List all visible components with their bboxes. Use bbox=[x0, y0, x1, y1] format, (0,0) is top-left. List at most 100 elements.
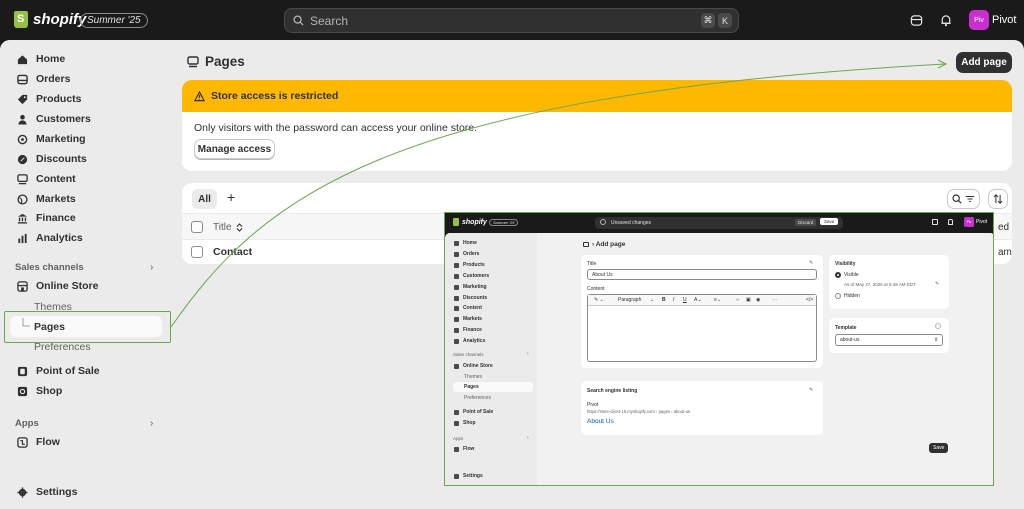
preview-nav-label: Content bbox=[463, 305, 482, 311]
preview-nav-label: Markets bbox=[463, 316, 482, 322]
preview-unsaved-text: Unsaved changes bbox=[611, 220, 652, 226]
content-icon bbox=[583, 242, 589, 247]
preview-hidden: Hidden bbox=[844, 293, 860, 299]
preview-nav-label: Finance bbox=[463, 327, 482, 333]
preview-breadcrumb: › Add page bbox=[583, 241, 625, 248]
pos-icon bbox=[454, 409, 459, 415]
globe-icon bbox=[454, 316, 459, 322]
preview-title-card: Title ✎ About Us Content ✎ ⌄ Paragraph ⌄… bbox=[581, 255, 823, 368]
preview-nav-orders: Orders bbox=[454, 251, 479, 257]
italic-icon: I bbox=[673, 297, 675, 303]
more-icon: ··· bbox=[772, 297, 777, 303]
preview-nav-online-store: Online Store bbox=[454, 363, 493, 369]
preview-seo-url: https://store-client-19.myshopify.com › … bbox=[587, 409, 691, 414]
preview-save-bottom-button: Save bbox=[929, 443, 949, 453]
preview-nav-home: Home bbox=[454, 240, 477, 246]
preview-title-label: Title bbox=[587, 261, 597, 267]
preview-nav-content: Content bbox=[454, 305, 482, 311]
chevron-updown-icon: ⇕ bbox=[934, 337, 939, 343]
preview-nav-label: Shop bbox=[463, 420, 476, 426]
bell-icon bbox=[948, 219, 953, 225]
preview-sub-pages-bg: Pages bbox=[453, 382, 533, 392]
radio-selected-icon bbox=[835, 272, 841, 278]
preview-content-label: Content bbox=[587, 286, 605, 292]
preview-sub-pages: Pages bbox=[464, 384, 479, 390]
preview-save-button[interactable]: Save bbox=[820, 218, 839, 225]
target-icon bbox=[454, 284, 459, 290]
preview-visibility-label: Visibility bbox=[835, 261, 856, 267]
preview-nav-label: Customers bbox=[463, 273, 490, 279]
preview-title-input: About Us bbox=[587, 269, 817, 280]
preview-visible: Visible bbox=[844, 272, 859, 278]
preview-nav-settings: Settings bbox=[454, 473, 483, 479]
bar-chart-icon bbox=[454, 338, 459, 344]
preview-breadcrumb-text: › Add page bbox=[592, 241, 626, 248]
preview-top-bar: shopify Summer '25 Unsaved changes Disca… bbox=[445, 213, 993, 233]
preview-editor-toolbar: ✎ ⌄ Paragraph ⌄ B I U A⌄ ≡⌄ ∞ ▣ ◉ ··· </… bbox=[588, 295, 816, 306]
preview-nav-label: Marketing bbox=[463, 284, 487, 290]
preview-nav-discounts: Discounts bbox=[454, 295, 487, 301]
preview-seo-card: Search engine listing ✎ Pivot https://st… bbox=[581, 381, 823, 435]
preview-seo-store: Pivot bbox=[587, 402, 599, 408]
preview-nav-label: Home bbox=[463, 240, 477, 246]
preview-nav-products: Products bbox=[454, 262, 485, 268]
preview-apps-label: Apps bbox=[453, 436, 464, 441]
preview-nav-customers: Customers bbox=[454, 273, 489, 279]
preview-unsaved-bar: Unsaved changes Discard Save bbox=[595, 217, 843, 229]
preview-template-value: about-us bbox=[840, 337, 860, 343]
preview-content-editor: ✎ ⌄ Paragraph ⌄ B I U A⌄ ≡⌄ ∞ ▣ ◉ ··· </… bbox=[587, 294, 817, 362]
align-icon: ≡⌄ bbox=[714, 297, 722, 303]
shopify-bag-icon bbox=[453, 218, 459, 226]
preview-sub-preferences: Preferences bbox=[464, 395, 491, 401]
edit-icon: ✎ bbox=[809, 387, 814, 393]
add-page-preview: shopify Summer '25 Unsaved changes Disca… bbox=[444, 212, 994, 486]
flow-icon bbox=[454, 446, 459, 452]
preview-nav-flow: Flow bbox=[454, 446, 474, 452]
preview-nav-label: Discounts bbox=[463, 295, 488, 301]
magic-icon: ✎ ⌄ bbox=[594, 297, 604, 303]
preview-discard-button[interactable]: Discard bbox=[795, 219, 817, 226]
discount-icon bbox=[454, 295, 459, 301]
magic-icon: ✎ bbox=[809, 260, 814, 266]
preview-seo-label: Search engine listing bbox=[587, 388, 638, 394]
preview-logo: shopify bbox=[453, 218, 487, 226]
preview-nav-pos: Point of Sale bbox=[454, 409, 493, 415]
info-icon bbox=[600, 219, 606, 225]
info-icon bbox=[935, 323, 941, 329]
person-icon bbox=[454, 273, 459, 279]
orders-icon bbox=[454, 251, 459, 257]
bold-icon: B bbox=[662, 297, 666, 303]
preview-sales-channels: Sales channels bbox=[453, 352, 484, 357]
preview-logo-text: shopify bbox=[462, 218, 487, 226]
radio-icon bbox=[835, 293, 841, 299]
content-icon bbox=[454, 305, 459, 311]
preview-nav-label: Flow bbox=[463, 446, 475, 452]
tag-icon bbox=[454, 262, 459, 268]
home-icon bbox=[454, 240, 459, 246]
preview-nav-analytics: Analytics bbox=[454, 338, 485, 344]
preview-nav-marketing: Marketing bbox=[454, 284, 487, 290]
preview-visible-date: As of May 27, 2025 at 5:49 AM EDT bbox=[844, 282, 916, 287]
preview-seo-title: About Us bbox=[587, 418, 614, 425]
preview-nav-label: Settings bbox=[463, 473, 483, 479]
preview-nav-finance: Finance bbox=[454, 327, 482, 333]
preview-sidebar: Home Orders Products Customers Marketing… bbox=[445, 233, 537, 485]
code-icon: </> bbox=[806, 297, 814, 303]
chevron-right-icon: › bbox=[527, 351, 529, 357]
preview-avatar: Piv bbox=[964, 217, 974, 227]
preview-nav-label: Orders bbox=[463, 251, 480, 257]
preview-template-card: Template about-us ⇕ bbox=[829, 318, 949, 353]
bank-icon bbox=[454, 327, 459, 333]
preview-edition-badge: Summer '25 bbox=[489, 219, 519, 226]
preview-nav-label: Products bbox=[463, 262, 485, 268]
preview-store-name: Pivot bbox=[976, 219, 988, 225]
chevron-down-icon: ⌄ bbox=[650, 297, 655, 303]
preview-nav-markets: Markets bbox=[454, 316, 482, 322]
preview-template-select: about-us ⇕ bbox=[835, 334, 943, 346]
preview-nav-label: Point of Sale bbox=[463, 409, 494, 415]
text-color-icon: A⌄ bbox=[694, 297, 702, 303]
preview-title-value: About Us bbox=[592, 272, 613, 278]
preview-visibility-card: Visibility Visible As of May 27, 2025 at… bbox=[829, 255, 949, 309]
shop-app-icon bbox=[454, 420, 459, 426]
link-icon: ∞ bbox=[736, 297, 740, 303]
